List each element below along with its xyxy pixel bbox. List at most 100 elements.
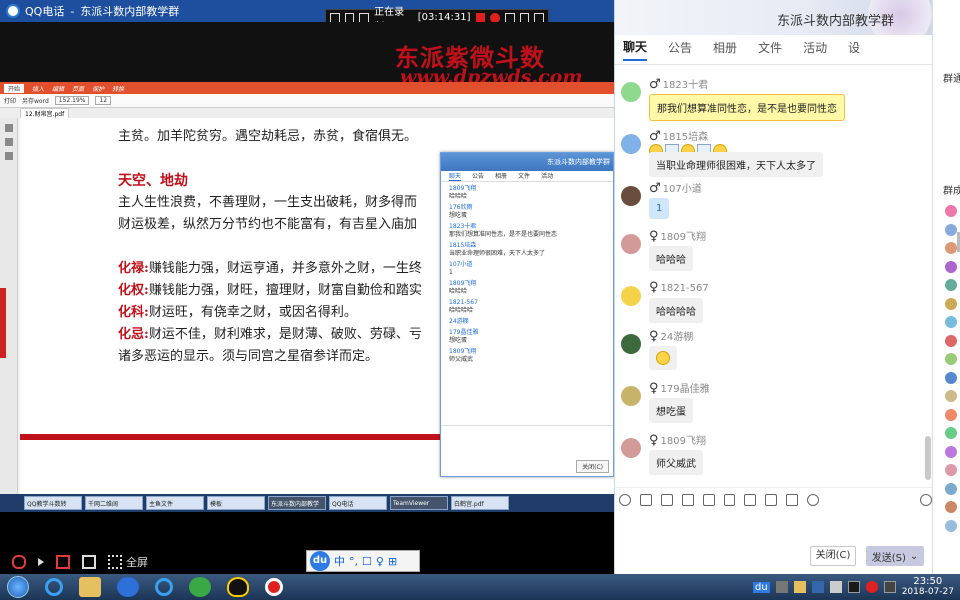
ie-icon[interactable] <box>155 578 173 596</box>
send-button[interactable]: 发送(S) ⌄ <box>866 546 924 566</box>
member-avatar[interactable] <box>945 501 957 513</box>
ime-lang[interactable]: 中 <box>334 553 345 569</box>
baidu-ime-icon[interactable]: du <box>310 551 330 571</box>
shared-task-button[interactable]: QQ教学斗数转 <box>24 496 82 510</box>
tray-badge-icon[interactable] <box>883 581 896 593</box>
minimize-icon[interactable] <box>330 12 340 23</box>
member-avatar[interactable] <box>945 408 957 421</box>
ime-grid-icon[interactable]: ⊞ <box>388 555 397 568</box>
save-word-button[interactable]: 另存word <box>22 96 49 105</box>
ime-skin-icon[interactable]: ♀ <box>376 555 384 568</box>
message-bubble[interactable] <box>649 346 677 370</box>
tray-qq-icon[interactable] <box>847 581 860 593</box>
member-avatar[interactable] <box>945 242 957 254</box>
print-button[interactable]: 打印 <box>4 96 16 105</box>
comment-icon[interactable] <box>5 152 13 160</box>
shared-task-button[interactable]: 千网二维阔 <box>85 496 143 510</box>
avatar[interactable] <box>621 334 641 354</box>
member-avatar[interactable] <box>945 445 957 458</box>
tray-record-icon[interactable] <box>865 581 878 593</box>
explorer-icon[interactable] <box>79 577 101 597</box>
close-icon[interactable] <box>359 12 370 23</box>
message-sender[interactable]: ♂ 1823十君 <box>649 76 708 92</box>
zoom-field[interactable]: 152.19% <box>54 96 90 105</box>
tray-du-icon[interactable]: du <box>753 581 770 593</box>
message-bubble[interactable]: 哈哈哈哈 <box>649 298 703 323</box>
scissors-icon[interactable] <box>660 493 673 506</box>
member-avatar[interactable] <box>945 371 957 384</box>
qq-icon[interactable] <box>227 577 249 597</box>
message-scrollbar[interactable] <box>925 436 931 480</box>
message-sender[interactable]: ♂ 107小道 <box>649 180 702 196</box>
message-bubble[interactable]: 想吃蛋 <box>649 398 693 423</box>
bookmark-icon[interactable] <box>5 124 13 132</box>
speaker-icon[interactable] <box>38 558 44 566</box>
member-avatar[interactable] <box>945 223 957 236</box>
screen-share-icon[interactable] <box>82 555 96 569</box>
folder-icon[interactable] <box>681 493 694 506</box>
pdf-tab[interactable]: 编辑 <box>52 84 64 93</box>
avatar[interactable] <box>621 386 641 406</box>
fullscreen-label[interactable]: 全屏 <box>126 554 148 570</box>
shared-chat-close-button[interactable]: 关闭(C) <box>576 460 609 473</box>
fullscreen-icon[interactable] <box>108 555 122 569</box>
history-icon[interactable] <box>920 493 932 506</box>
avatar[interactable] <box>621 286 641 306</box>
member-avatar[interactable] <box>945 482 957 495</box>
shared-chat-tab[interactable]: 公告 <box>472 171 484 181</box>
message-sender[interactable]: ♂ 1815培森 <box>649 128 708 144</box>
bell-icon[interactable] <box>786 493 799 506</box>
gif-icon[interactable] <box>639 493 652 506</box>
shared-chat-tab[interactable]: 聊天 <box>449 171 462 181</box>
pdf-tab[interactable]: 插入 <box>32 84 44 93</box>
member-avatar[interactable] <box>945 519 957 532</box>
avatar[interactable] <box>621 438 641 458</box>
tray-network-icon[interactable] <box>811 581 824 593</box>
avatar[interactable] <box>621 134 641 154</box>
member-avatar[interactable] <box>945 316 957 328</box>
shared-task-button[interactable]: 东派斗数内部教学 <box>268 496 326 510</box>
message-bubble[interactable]: 师父威武 <box>649 450 703 475</box>
message-bubble[interactable]: 哈哈哈 <box>649 246 693 271</box>
message-bubble[interactable]: 当职业命理师很困难，天下人太多了 <box>649 152 823 177</box>
shared-task-button[interactable]: TeamViewer <box>390 496 448 510</box>
member-avatar[interactable] <box>945 279 957 291</box>
ime-punct-icon[interactable]: °, <box>349 555 358 568</box>
camera-icon[interactable] <box>504 12 515 23</box>
calendar-icon[interactable] <box>765 493 778 506</box>
shared-chat-tab[interactable]: 活动 <box>541 171 553 181</box>
member-avatar[interactable] <box>945 334 957 347</box>
shared-task-button[interactable]: QQ电话 <box>329 496 387 510</box>
close-button[interactable]: 关闭(C) <box>810 546 856 566</box>
restore-icon[interactable] <box>344 12 355 23</box>
message-bubble[interactable]: 那我们想算准同性恋，是不是也要同性恋 <box>649 94 845 121</box>
member-avatar[interactable] <box>945 205 957 217</box>
pdf-tab[interactable]: 保护 <box>92 84 104 93</box>
shared-task-button[interactable]: 白鹤宫.pdf <box>451 496 509 510</box>
message-sender[interactable]: ♀ 1809飞翔 <box>649 228 706 244</box>
stop-record-icon[interactable] <box>475 12 486 23</box>
pdf-tab[interactable]: 开始 <box>4 83 25 93</box>
pdf-tab[interactable]: 页面 <box>72 84 84 93</box>
message-input[interactable] <box>614 511 932 545</box>
mic-muted-icon[interactable] <box>12 555 26 569</box>
avatar[interactable] <box>621 186 641 206</box>
pdf-tab[interactable]: 转换 <box>112 84 124 93</box>
message-bubble[interactable]: 1 <box>649 198 670 219</box>
ime-keyboard-icon[interactable]: ☐ <box>362 555 372 568</box>
avatar[interactable] <box>621 234 641 254</box>
member-avatar[interactable] <box>945 464 957 476</box>
message-sender[interactable]: ♀ 1809飞翔 <box>649 432 706 448</box>
k-app-icon[interactable] <box>117 577 139 597</box>
image-icon[interactable] <box>702 493 715 506</box>
tray-app-icon[interactable] <box>793 581 806 593</box>
gift-icon[interactable] <box>723 493 736 506</box>
page-number-field[interactable]: 12 <box>95 96 112 105</box>
message-sender[interactable]: ♀ 24游棚 <box>649 328 693 344</box>
shared-chat-tab[interactable]: 文件 <box>518 171 530 181</box>
shared-task-button[interactable]: 模板 <box>207 496 265 510</box>
member-avatar[interactable] <box>945 260 957 273</box>
ie-icon[interactable] <box>45 578 63 596</box>
shared-chat-input[interactable]: 关闭(C) <box>441 425 613 476</box>
recorder-icon[interactable] <box>265 578 283 596</box>
